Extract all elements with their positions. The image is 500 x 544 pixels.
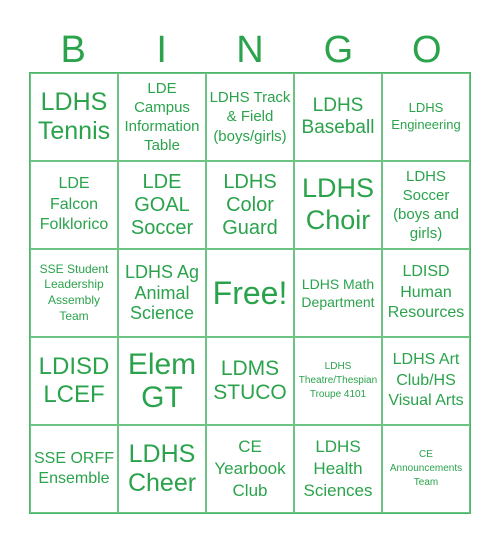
bingo-cell[interactable]: LDHS Ag Animal Science [118,249,206,337]
bingo-cell[interactable]: Elem GT [118,337,206,425]
cell-label: LDMS STUCO [213,356,287,404]
bingo-cell[interactable]: LDE GOAL Soccer [118,161,206,249]
cell-label: LDHS Choir [301,173,375,235]
bingo-board: LDHS Tennis LDE Campus Information Table… [29,72,471,514]
bingo-cell[interactable]: LDISD Human Resources [382,249,470,337]
bingo-cell[interactable]: LDISD LCEF [30,337,118,425]
cell-label: LDE GOAL Soccer [130,170,194,239]
header-letter-i: I [156,29,167,71]
cell-label: LDISD Human Resources [387,263,465,322]
header-letter-b: B [60,29,86,71]
bingo-cell[interactable]: LDHS Engineering [382,73,470,161]
bingo-header: B I N G O [29,28,471,72]
bingo-cell[interactable]: LDE Campus Information Table [118,73,206,161]
cell-label: Free! [212,274,288,311]
cell-label: LDHS Engineering [391,100,461,132]
cell-label: Elem GT [127,348,197,414]
cell-label: LDISD LCEF [38,353,110,408]
cell-label: LDHS Track & Field (boys/girls) [209,89,291,145]
bingo-cell[interactable]: CE Announcements Team [382,425,470,513]
cell-label: SSE ORFF Ensemble [33,449,114,487]
cell-label: LDHS Cheer [127,440,197,497]
cell-label: LDE Falcon Folklorico [39,175,109,234]
header-letter-o: O [412,29,442,71]
header-letter-n: N [236,29,264,71]
bingo-cell[interactable]: SSE ORFF Ensemble [30,425,118,513]
bingo-cell[interactable]: LDHS Math Department [294,249,382,337]
bingo-cell[interactable]: LDHS Choir [294,161,382,249]
bingo-cell[interactable]: LDHS Theatre/Thespian Troupe 4101 [294,337,382,425]
header-letter-g: G [323,29,354,71]
bingo-cell[interactable]: SSE Student Leadership Assembly Team [30,249,118,337]
cell-label: SSE Student Leadership Assembly Team [39,261,109,323]
bingo-cell[interactable]: LDHS Tennis [30,73,118,161]
free-space-cell[interactable]: Free! [206,249,294,337]
bingo-cell[interactable]: CE Yearbook Club [206,425,294,513]
cell-label: LDHS Math Department [301,275,375,310]
bingo-cell[interactable]: LDHS Color Guard [206,161,294,249]
cell-label: CE Announcements Team [389,449,463,488]
bingo-cell[interactable]: LDHS Baseball [294,73,382,161]
bingo-cell[interactable]: LDHS Art Club/HS Visual Arts [382,337,470,425]
bingo-cell[interactable]: LDE Falcon Folklorico [30,161,118,249]
cell-label: LDHS Theatre/Thespian Troupe 4101 [298,361,378,400]
bingo-cell[interactable]: LDMS STUCO [206,337,294,425]
cell-label: LDHS Art Club/HS Visual Arts [388,351,464,410]
bingo-cell[interactable]: LDHS Track & Field (boys/girls) [206,73,294,161]
cell-label: LDHS Soccer (boys and girls) [393,167,459,243]
cell-label: LDE Campus Information Table [124,79,200,155]
cell-label: LDHS Health Sciences [303,437,373,500]
cell-label: CE Yearbook Club [214,437,286,500]
cell-label: LDHS Color Guard [222,170,278,239]
bingo-cell[interactable]: LDHS Soccer (boys and girls) [382,161,470,249]
cell-label: LDHS Ag Animal Science [124,261,200,324]
bingo-cell[interactable]: LDHS Health Sciences [294,425,382,513]
bingo-cell[interactable]: LDHS Cheer [118,425,206,513]
cell-label: LDHS Tennis [37,88,111,145]
cell-label: LDHS Baseball [301,95,375,138]
